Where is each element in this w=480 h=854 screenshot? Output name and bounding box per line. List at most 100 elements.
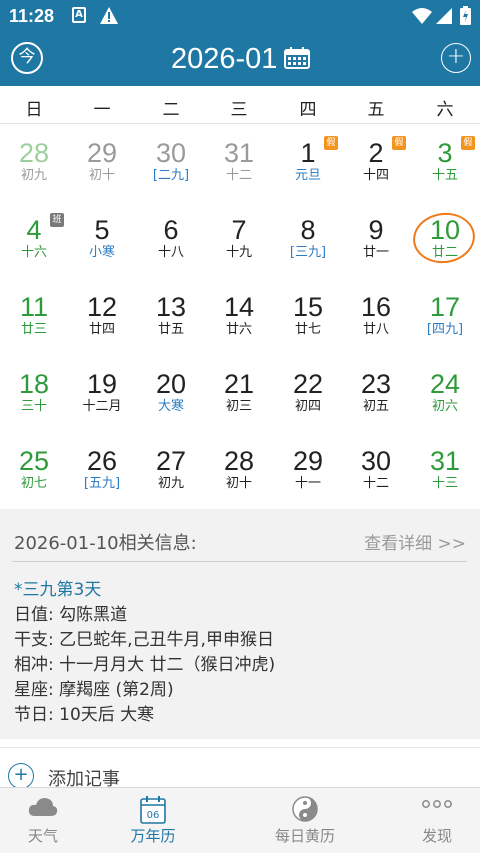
nav-discover[interactable]: 发现 (394, 788, 480, 854)
day-cell[interactable]: 31 十二 (205, 124, 273, 201)
info-row: 日值: 勾陈黑道 (14, 600, 127, 625)
day-cell[interactable]: 31 十三 (411, 432, 479, 509)
lunar-date: 廿五 (157, 322, 184, 337)
day-cell[interactable]: 26 [五九] (68, 432, 136, 509)
day-cell[interactable]: 11 廿三 (0, 278, 68, 355)
day-number: 7 (231, 215, 247, 245)
add-note-row[interactable]: + 添加记事 (0, 747, 480, 790)
info-heading: 2026-01-10相关信息: (14, 533, 197, 554)
day-number: 31 (429, 446, 461, 476)
weekday-label: 六 (436, 100, 454, 120)
holiday-badge: 假 (324, 136, 338, 150)
day-cell[interactable]: 3 十五假 (411, 124, 479, 201)
nav-calendar[interactable]: 06 万年历 (108, 788, 198, 854)
add-event-button[interactable]: + (441, 43, 471, 73)
day-cell[interactable]: 6 十八 (137, 201, 205, 278)
day-cell[interactable]: 25 初七 (0, 432, 68, 509)
day-cell[interactable]: 8 [三九] (274, 201, 342, 278)
day-number: 25 (18, 446, 50, 476)
lunar-date: 廿七 (294, 322, 321, 337)
day-number: 28 (223, 446, 255, 476)
day-number: 9 (368, 215, 384, 245)
today-button[interactable]: 今 (11, 42, 43, 74)
day-number: 21 (223, 369, 255, 399)
day-cell[interactable]: 29 初十 (68, 124, 136, 201)
app-header: 今 2026-01 + (0, 32, 480, 86)
day-number: 17 (429, 292, 461, 322)
day-cell[interactable]: 4 十六班 (0, 201, 68, 278)
lunar-date: 廿四 (88, 322, 115, 337)
day-number: 14 (223, 292, 255, 322)
day-number: 28 (18, 138, 50, 168)
day-cell[interactable]: 14 廿六 (205, 278, 273, 355)
calendar-icon[interactable] (284, 47, 310, 73)
day-number: 22 (292, 369, 324, 399)
nav-label: 天气 (27, 827, 58, 845)
lunar-date: [五九] (83, 476, 121, 491)
month-title[interactable]: 2026-01 (171, 43, 277, 76)
day-cell[interactable]: 17 [四九] (411, 278, 479, 355)
info-value: 十一月月大 廿二（猴日冲虎) (59, 655, 276, 675)
info-highlight: *三九第3天 (14, 580, 102, 600)
day-number: 18 (18, 369, 50, 399)
day-cell[interactable]: 27 初九 (137, 432, 205, 509)
day-cell[interactable]: 30 [二九] (137, 124, 205, 201)
lunar-date: 十二 (225, 168, 252, 183)
day-number: 8 (300, 215, 316, 245)
nav-almanac[interactable]: 每日黄历 (258, 788, 352, 854)
day-cell[interactable]: 7 十九 (205, 201, 273, 278)
day-cell[interactable]: 19 十二月 (68, 355, 136, 432)
workday-badge: 班 (50, 213, 64, 227)
calendar-day-icon: 06 (140, 796, 166, 828)
day-cell[interactable]: 21 初三 (205, 355, 273, 432)
day-number: 26 (86, 446, 118, 476)
day-number: 27 (155, 446, 187, 476)
yin-yang-icon (292, 796, 318, 826)
lunar-date: 小寒 (88, 245, 115, 260)
info-value: 摩羯座 (第2周) (59, 680, 174, 700)
calendar-day-number: 06 (147, 810, 160, 821)
lunar-date: 十一 (294, 476, 321, 491)
lunar-date: 十二月 (82, 399, 122, 414)
day-cell[interactable]: 12 廿四 (68, 278, 136, 355)
day-cell-today[interactable]: 10 廿二 (411, 201, 479, 278)
nav-weather[interactable]: 天气 (0, 788, 86, 854)
day-number: 30 (360, 446, 392, 476)
lunar-date: 初十 (88, 168, 115, 183)
day-number: 31 (223, 138, 255, 168)
day-cell[interactable]: 2 十四假 (342, 124, 410, 201)
day-number: 12 (86, 292, 118, 322)
day-cell[interactable]: 16 廿八 (342, 278, 410, 355)
lunar-date: 十五 (431, 168, 458, 183)
view-details-link[interactable]: 查看详细 >> (364, 529, 466, 554)
day-number: 20 (155, 369, 187, 399)
day-cell[interactable]: 28 初九 (0, 124, 68, 201)
add-note-plus-icon[interactable]: + (8, 763, 34, 789)
lunar-date: 初九 (157, 476, 184, 491)
day-cell[interactable]: 18 三十 (0, 355, 68, 432)
nav-label: 发现 (421, 827, 452, 845)
day-cell[interactable]: 23 初五 (342, 355, 410, 432)
weekday-label: 一 (93, 100, 111, 120)
day-cell[interactable]: 20 大寒 (137, 355, 205, 432)
day-cell[interactable]: 9 廿一 (342, 201, 410, 278)
day-cell[interactable]: 5 小寒 (68, 201, 136, 278)
day-cell[interactable]: 29 十一 (274, 432, 342, 509)
day-cell[interactable]: 28 初十 (205, 432, 273, 509)
nav-label: 万年历 (130, 827, 176, 845)
day-cell[interactable]: 24 初六 (411, 355, 479, 432)
lunar-date: 十九 (225, 245, 252, 260)
lunar-date: 廿六 (225, 322, 252, 337)
info-label: 日值: (14, 605, 54, 625)
day-number: 19 (86, 369, 118, 399)
day-cell[interactable]: 22 初四 (274, 355, 342, 432)
warning-icon (100, 7, 118, 28)
day-cell[interactable]: 13 廿五 (137, 278, 205, 355)
day-cell[interactable]: 15 廿七 (274, 278, 342, 355)
bottom-nav: 天气 06 万年历 每日黄历 发现 (0, 787, 480, 853)
info-label: 节日: (14, 705, 54, 725)
lunar-date: 元旦 (294, 168, 321, 183)
weekday-label: 五 (367, 100, 385, 120)
day-cell[interactable]: 30 十二 (342, 432, 410, 509)
day-cell[interactable]: 1 元旦假 (274, 124, 342, 201)
